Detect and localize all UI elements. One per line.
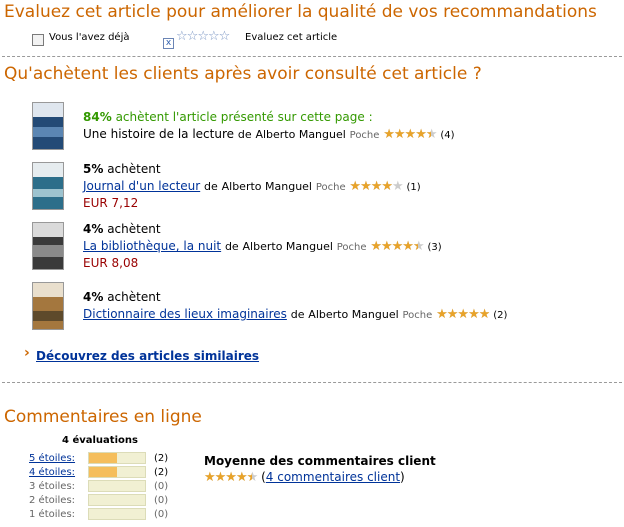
rate-stars-widget[interactable]: ☆☆☆☆☆	[176, 29, 231, 44]
book-title: Une histoire de la lecture	[83, 127, 235, 141]
close-paren: )	[400, 470, 405, 484]
book-cover-thumbnail[interactable]	[32, 102, 64, 150]
rating-count: (4)	[440, 130, 455, 141]
histogram-bar-5[interactable]	[88, 452, 146, 464]
average-title: Moyenne des commentaires client	[204, 454, 436, 468]
rating-count: (2)	[493, 310, 508, 321]
by-label: de	[224, 240, 239, 253]
comments-link[interactable]: 4 commentaires client	[266, 470, 400, 484]
rating-count: (3)	[427, 242, 442, 253]
rating-stars[interactable]: ★★★★★★★★★★	[349, 180, 403, 193]
book-line: La bibliothèque, la nuit de Alberto Mang…	[83, 239, 442, 253]
star-filled-icon: ★★★★★	[383, 128, 432, 141]
empty-star-icon[interactable]: ☆	[219, 29, 231, 44]
section-divider	[2, 56, 622, 57]
book-title-link[interactable]: La bibliothèque, la nuit	[83, 239, 221, 253]
by-label: de	[237, 128, 252, 141]
histogram-label-3: 3 étoiles:	[29, 481, 76, 492]
clear-rating-icon[interactable]: x	[163, 38, 174, 49]
price: EUR 8,08	[83, 256, 139, 270]
empty-star-icon[interactable]: ☆	[187, 29, 199, 44]
buy-text: achètent	[107, 162, 161, 176]
rate-section-title: Evaluez cet article pour améliorer la qu…	[4, 2, 597, 22]
book-title-link[interactable]: Dictionnaire des lieux imaginaires	[83, 307, 287, 321]
star-filled-icon: ★★★★★	[370, 240, 419, 253]
also-bought-item: 84% achètent l'article présenté sur cett…	[83, 110, 373, 124]
clear-rating-button[interactable]: x	[163, 30, 174, 49]
owned-checkbox[interactable]	[32, 31, 44, 50]
book-cover-thumbnail[interactable]	[32, 282, 64, 330]
book-line: Dictionnaire des lieux imaginaires de Al…	[83, 307, 507, 321]
evaluate-label: Evaluez cet article	[245, 32, 338, 43]
percent-value: 5%	[83, 162, 104, 176]
histogram-bar-2	[88, 494, 146, 506]
histogram-label-4[interactable]: 4 étoiles:	[29, 467, 75, 478]
buy-text: achètent	[107, 290, 161, 304]
histogram-label-5[interactable]: 5 étoiles:	[29, 453, 75, 464]
format-label: Poche	[336, 242, 367, 253]
rating-stars[interactable]: ★★★★★★★★★★	[436, 308, 490, 321]
empty-star-icon[interactable]: ☆	[208, 29, 220, 44]
price: EUR 7,12	[83, 196, 139, 210]
percent-value: 84%	[83, 110, 112, 124]
section-divider	[2, 382, 622, 383]
format-label: Poche	[402, 310, 433, 321]
author-name: Alberto Manguel	[308, 308, 399, 321]
percent-value: 4%	[83, 290, 104, 304]
owned-label: Vous l'avez déjà	[49, 32, 130, 43]
histogram-bar-1	[88, 508, 146, 520]
by-label: de	[204, 180, 218, 193]
book-cover-thumbnail[interactable]	[32, 162, 64, 210]
empty-star-icon[interactable]: ☆	[176, 29, 188, 44]
format-label: Poche	[315, 182, 346, 193]
format-label: Poche	[349, 130, 380, 141]
histogram-count-5: (2)	[154, 453, 169, 464]
histogram-count-3: (0)	[154, 481, 169, 492]
book-line: Journal d'un lecteur de Alberto Manguel …	[83, 179, 421, 193]
also-bought-item: 4% achètent	[83, 290, 161, 304]
histogram-label-2: 2 étoiles:	[29, 495, 76, 506]
similar-items-link[interactable]: Découvrez des articles similaires	[36, 349, 259, 363]
also-bought-item: 5% achètent	[83, 162, 161, 176]
empty-star-icon[interactable]: ☆	[197, 29, 209, 44]
average-rating-line: ★★★★★ ★★★★★ (4 commentaires client)	[204, 470, 405, 484]
buy-text: achètent l'article présenté sur cette pa…	[115, 110, 373, 124]
arrow-right-icon: ›	[24, 345, 30, 361]
reviews-title: Commentaires en ligne	[4, 407, 202, 427]
average-rating-stars: ★★★★★ ★★★★★	[204, 471, 258, 484]
book-title-link[interactable]: Journal d'un lecteur	[83, 179, 200, 193]
author-name: Alberto Manguel	[242, 240, 333, 253]
star-filled-icon: ★★★★★	[349, 180, 393, 193]
histogram-count-2: (0)	[154, 495, 169, 506]
book-line: Une histoire de la lecture de Alberto Ma…	[83, 127, 455, 141]
histogram-count-4: (2)	[154, 467, 169, 478]
buy-text: achètent	[107, 222, 161, 236]
by-label: de	[290, 308, 305, 321]
total-ratings: 4 évaluations	[62, 435, 138, 446]
percent-value: 4%	[83, 222, 104, 236]
book-cover-thumbnail[interactable]	[32, 222, 64, 270]
histogram-bar-3	[88, 480, 146, 492]
checkbox-icon[interactable]	[32, 34, 44, 46]
histogram-count-1: (0)	[154, 509, 169, 520]
also-bought-item: 4% achètent	[83, 222, 161, 236]
histogram-label-1: 1 étoiles:	[29, 509, 76, 520]
histogram-bar-fill	[89, 467, 117, 477]
rating-count: (1)	[406, 182, 421, 193]
also-bought-title: Qu'achètent les clients après avoir cons…	[4, 64, 482, 84]
histogram-bar-4[interactable]	[88, 466, 146, 478]
star-filled-icon: ★★★★★	[436, 308, 490, 321]
rating-stars[interactable]: ★★★★★★★★★★	[383, 128, 437, 141]
star-filled-icon: ★★★★★	[204, 471, 252, 484]
author-name: Alberto Manguel	[255, 128, 346, 141]
author-name: Alberto Manguel	[221, 180, 312, 193]
histogram-bar-fill	[89, 453, 117, 463]
rating-stars[interactable]: ★★★★★★★★★★	[370, 240, 424, 253]
